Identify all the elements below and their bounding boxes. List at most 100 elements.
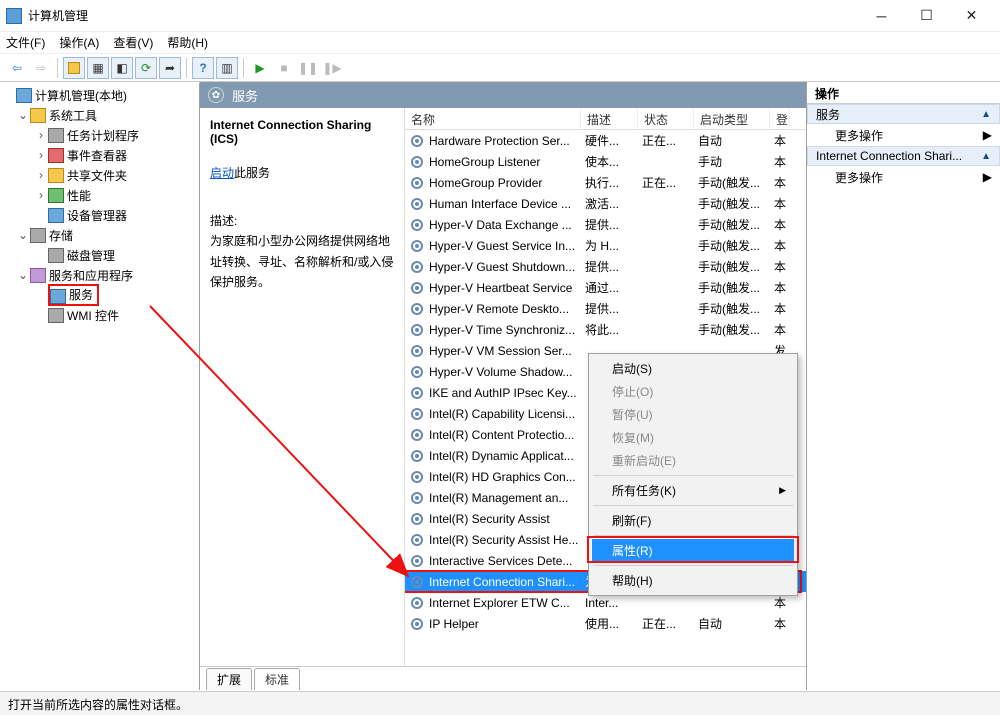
gear-icon [409,574,425,590]
export-icon[interactable]: ➦ [159,57,181,79]
tree-performance[interactable]: ›性能 [0,185,199,205]
tree-sys-tools[interactable]: ⌄系统工具 [0,105,199,125]
gear-icon [409,364,425,380]
gear-icon [409,553,425,569]
status-bar: 打开当前所选内容的属性对话框。 [0,691,1000,715]
cm-resume[interactable]: 恢复(M) [592,426,794,449]
tree-storage[interactable]: ⌄存储 [0,225,199,245]
menu-view[interactable]: 查看(V) [113,34,153,51]
tree-services[interactable]: ›服务 [0,285,199,305]
title-bar: 计算机管理 ─ ☐ ✕ [0,0,1000,32]
tree-services-apps[interactable]: ⌄服务和应用程序 [0,265,199,285]
cm-stop[interactable]: 停止(O) [592,380,794,403]
service-row[interactable]: Hardware Protection Ser...硬件...正在...自动本 [405,130,806,151]
tb-icon-2[interactable]: ▦ [87,57,109,79]
bottom-tabs: 扩展 标准 [200,666,806,690]
desc-label: 描述: [210,211,394,231]
service-row[interactable]: Human Interface Device ...激活...手动(触发...本 [405,193,806,214]
actions-header: 操作 [807,82,1000,104]
service-row[interactable]: Hyper-V Data Exchange ...提供...手动(触发...本 [405,214,806,235]
detail-pane: Internet Connection Sharing (ICS) 启动此服务 … [200,108,405,666]
service-row[interactable]: Hyper-V Guest Service In...为 H...手动(触发..… [405,235,806,256]
cm-start[interactable]: 启动(S) [592,357,794,380]
tree-device-manager[interactable]: ›设备管理器 [0,205,199,225]
pause-icon[interactable]: ❚❚ [297,57,319,79]
actions-group-services[interactable]: 服务▲ [807,104,1000,124]
maximize-button[interactable]: ☐ [904,1,949,31]
cm-help[interactable]: 帮助(H) [592,569,794,592]
tree-disk-mgmt[interactable]: ›磁盘管理 [0,245,199,265]
col-desc[interactable]: 描述 [581,108,638,129]
col-more[interactable]: 登 [770,108,790,129]
menu-bar: 文件(F) 操作(A) 查看(V) 帮助(H) [0,32,1000,54]
tree-root[interactable]: ▸计算机管理(本地) [0,85,199,105]
detail-title: Internet Connection Sharing (ICS) [210,118,394,146]
list-header: 名称 描述 状态 启动类型 登 [405,108,806,130]
col-name[interactable]: 名称 [405,108,581,129]
gear-icon [409,280,425,296]
service-row[interactable]: IP Helper使用...正在...自动本 [405,613,806,634]
service-row[interactable]: Hyper-V Time Synchroniz...将此...手动(触发...本 [405,319,806,340]
app-icon [6,8,22,24]
gear-icon [409,406,425,422]
stop-icon[interactable]: ■ [273,57,295,79]
cm-all-tasks[interactable]: 所有任务(K)▶ [592,479,794,502]
actions-more-2[interactable]: 更多操作▶ [807,166,1000,188]
tb-icon-3[interactable]: ◧ [111,57,133,79]
tab-standard[interactable]: 标准 [254,668,300,690]
gear-icon [409,616,425,632]
close-button[interactable]: ✕ [949,1,994,31]
service-row[interactable]: Hyper-V Guest Shutdown...提供...手动(触发...本 [405,256,806,277]
gear-icon [409,511,425,527]
context-menu: 启动(S) 停止(O) 暂停(U) 恢复(M) 重新启动(E) 所有任务(K)▶… [588,353,798,596]
actions-group-ics[interactable]: Internet Connection Shari...▲ [807,146,1000,166]
tree-wmi[interactable]: ›WMI 控件 [0,305,199,325]
gear-icon: ✿ [208,87,224,103]
gear-icon [409,175,425,191]
gear-icon [409,343,425,359]
step-icon[interactable]: ❚▶ [321,57,343,79]
gear-icon [409,154,425,170]
gear-icon [409,427,425,443]
gear-icon [409,238,425,254]
service-row[interactable]: HomeGroup Listener使本...手动本 [405,151,806,172]
menu-file[interactable]: 文件(F) [6,34,45,51]
gear-icon [409,259,425,275]
menu-help[interactable]: 帮助(H) [167,34,208,51]
gear-icon [409,196,425,212]
tree-event-viewer[interactable]: ›事件查看器 [0,145,199,165]
tb-icon-1[interactable] [63,57,85,79]
menu-action[interactable]: 操作(A) [59,34,99,51]
gear-icon [409,448,425,464]
col-status[interactable]: 状态 [638,108,694,129]
col-start[interactable]: 启动类型 [694,108,770,129]
tb-icon-4[interactable]: ▥ [216,57,238,79]
tree-task-scheduler[interactable]: ›任务计划程序 [0,125,199,145]
cm-pause[interactable]: 暂停(U) [592,403,794,426]
gear-icon [409,469,425,485]
actions-panel: 操作 服务▲ 更多操作▶ Internet Connection Shari..… [807,82,1000,690]
refresh-icon[interactable]: ⟳ [135,57,157,79]
desc-text: 为家庭和小型办公网络提供网络地址转换、寻址、名称解析和/或入侵保护服务。 [210,231,394,292]
back-button[interactable]: ⇦ [6,57,28,79]
tab-extended[interactable]: 扩展 [206,668,252,690]
cm-properties[interactable]: 属性(R) [592,539,794,562]
help-icon[interactable]: ? [192,57,214,79]
gear-icon [409,490,425,506]
cm-restart[interactable]: 重新启动(E) [592,449,794,472]
center-header: ✿ 服务 [200,82,806,108]
tree-panel: ▸计算机管理(本地) ⌄系统工具 ›任务计划程序 ›事件查看器 ›共享文件夹 ›… [0,82,200,690]
gear-icon [409,133,425,149]
tree-shared-folders[interactable]: ›共享文件夹 [0,165,199,185]
forward-button[interactable]: ⇨ [30,57,52,79]
cm-refresh[interactable]: 刷新(F) [592,509,794,532]
actions-more-1[interactable]: 更多操作▶ [807,124,1000,146]
service-row[interactable]: Hyper-V Heartbeat Service通过...手动(触发...本 [405,277,806,298]
service-row[interactable]: Hyper-V Remote Deskto...提供...手动(触发...本 [405,298,806,319]
play-icon[interactable]: ▶ [249,57,271,79]
gear-icon [409,385,425,401]
toolbar: ⇦ ⇨ ▦ ◧ ⟳ ➦ ? ▥ ▶ ■ ❚❚ ❚▶ [0,54,1000,82]
service-row[interactable]: HomeGroup Provider执行...正在...手动(触发...本 [405,172,806,193]
minimize-button[interactable]: ─ [859,1,904,31]
start-service-link[interactable]: 启动 [210,166,234,180]
